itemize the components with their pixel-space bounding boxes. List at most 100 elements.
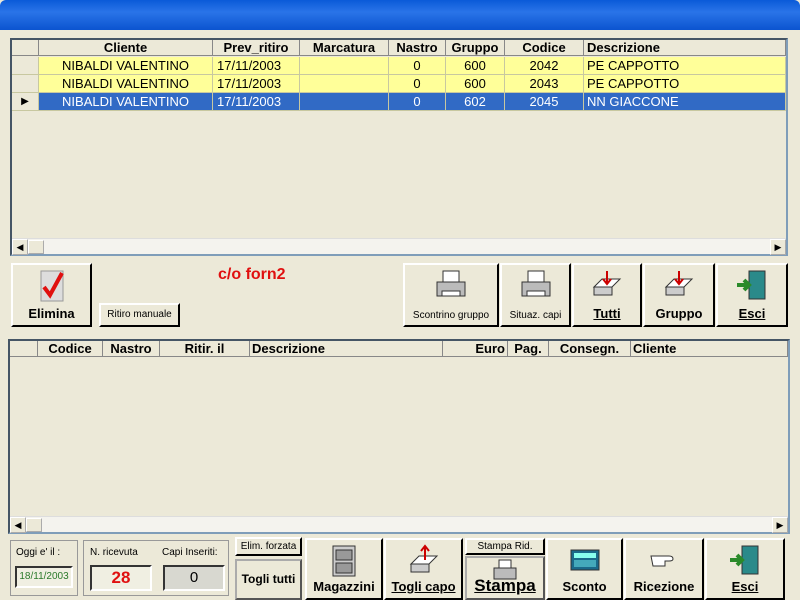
row-selector[interactable] bbox=[12, 75, 39, 93]
stampa-rid-button[interactable]: Stampa Rid. bbox=[465, 538, 545, 555]
items-count-field: 0 bbox=[163, 565, 225, 591]
col-header-descrizione[interactable]: Descrizione bbox=[584, 40, 786, 56]
elimina-button[interactable]: Elimina bbox=[11, 263, 92, 327]
printer-icon bbox=[521, 270, 550, 297]
col-header-nastro[interactable]: Nastro bbox=[389, 40, 446, 56]
cell-gruppo[interactable]: 600 bbox=[446, 75, 505, 93]
exit-door-icon bbox=[737, 270, 766, 300]
gruppo-button[interactable]: Gruppo bbox=[643, 263, 715, 327]
tray-up-arrow-icon bbox=[409, 544, 438, 573]
footer-esci-label: Esci bbox=[731, 579, 759, 594]
calculator-icon bbox=[570, 549, 599, 571]
esci-label: Esci bbox=[738, 306, 766, 321]
col-header-nastro[interactable]: Nastro bbox=[103, 341, 160, 357]
tutti-button[interactable]: Tutti bbox=[572, 263, 642, 327]
row-selector[interactable] bbox=[12, 57, 39, 75]
cell-marcatura[interactable] bbox=[300, 57, 389, 75]
cell-prev-ritiro[interactable]: 17/11/2003 bbox=[213, 57, 300, 75]
top-grid[interactable]: Cliente Prev_ritiro Marcatura Nastro Gru… bbox=[10, 38, 788, 256]
col-header-consegn[interactable]: Consegn. bbox=[549, 341, 631, 357]
scrollbar-thumb[interactable] bbox=[26, 518, 42, 532]
cell-cliente[interactable]: NIBALDI VALENTINO bbox=[39, 57, 213, 75]
scontrino-gruppo-button[interactable]: Scontrino gruppo bbox=[403, 263, 499, 327]
scroll-left-arrow-icon[interactable]: ◀ bbox=[10, 517, 26, 533]
horizontal-scrollbar[interactable]: ◀ ▶ bbox=[10, 516, 788, 533]
receipt-number-field: 28 bbox=[90, 565, 152, 591]
cabinet-icon bbox=[332, 545, 356, 577]
stampa-button[interactable]: Stampa bbox=[465, 556, 545, 600]
cell-descrizione[interactable]: PE CAPPOTTO bbox=[584, 75, 786, 93]
horizontal-scrollbar[interactable]: ◀ ▶ bbox=[12, 238, 786, 255]
situaz-capi-button[interactable]: Situaz. capi bbox=[500, 263, 571, 327]
cell-gruppo[interactable]: 600 bbox=[446, 57, 505, 75]
cell-nastro[interactable]: 0 bbox=[389, 75, 446, 93]
col-header-ritir-il[interactable]: Ritir. il bbox=[160, 341, 250, 357]
col-header-cliente[interactable]: Cliente bbox=[631, 341, 788, 357]
footer-esci-button[interactable]: Esci bbox=[705, 538, 785, 600]
cell-marcatura[interactable] bbox=[300, 93, 389, 111]
col-header-marcatura[interactable]: Marcatura bbox=[300, 40, 389, 56]
ricezione-label: Ricezione bbox=[633, 579, 695, 594]
scroll-right-arrow-icon[interactable]: ▶ bbox=[770, 239, 786, 255]
scontrino-gruppo-label: Scontrino gruppo bbox=[412, 310, 490, 321]
togli-tutti-button[interactable]: Togli tutti bbox=[235, 559, 302, 600]
bottom-grid[interactable]: Codice Nastro Ritir. il Descrizione Euro… bbox=[8, 339, 790, 534]
magazzini-label: Magazzini bbox=[313, 579, 375, 594]
oggi-label: Oggi e' il : bbox=[16, 547, 61, 558]
col-header-euro[interactable]: Euro bbox=[443, 341, 508, 357]
row-selector-header bbox=[12, 40, 39, 56]
capi-label: Capi Inseriti: bbox=[162, 547, 218, 558]
ricevuta-label: N. ricevuta bbox=[90, 547, 138, 558]
cell-descrizione[interactable]: NN GIACCONE bbox=[584, 93, 786, 111]
col-header-gruppo[interactable]: Gruppo bbox=[446, 40, 505, 56]
printer-icon bbox=[436, 270, 466, 297]
col-header-codice[interactable]: Codice bbox=[38, 341, 103, 357]
sconto-label: Sconto bbox=[562, 579, 607, 594]
col-header-codice[interactable]: Codice bbox=[505, 40, 584, 56]
esci-button[interactable]: Esci bbox=[716, 263, 788, 327]
cell-codice[interactable]: 2042 bbox=[505, 57, 584, 75]
ritiro-manuale-button[interactable]: Ritiro manuale bbox=[99, 303, 180, 327]
col-header-cliente[interactable]: Cliente bbox=[39, 40, 213, 56]
cell-codice[interactable]: 2043 bbox=[505, 75, 584, 93]
date-panel: Oggi e' il : 18/11/2003 bbox=[10, 540, 78, 596]
cell-prev-ritiro[interactable]: 17/11/2003 bbox=[213, 93, 300, 111]
elim-forzata-button[interactable]: Elim. forzata bbox=[235, 537, 302, 556]
cell-cliente[interactable]: NIBALDI VALENTINO bbox=[39, 75, 213, 93]
row-pointer-icon[interactable]: ▶ bbox=[12, 93, 39, 111]
situaz-capi-label: Situaz. capi bbox=[509, 310, 562, 321]
ricezione-button[interactable]: Ricezione bbox=[624, 538, 704, 600]
stampa-rid-label: Stampa Rid. bbox=[477, 541, 533, 552]
red-check-icon bbox=[40, 270, 64, 302]
col-header-prev-ritiro[interactable]: Prev_ritiro bbox=[213, 40, 300, 56]
exit-door-icon bbox=[730, 545, 759, 575]
scroll-left-arrow-icon[interactable]: ◀ bbox=[12, 239, 28, 255]
today-date-field: 18/11/2003 bbox=[15, 566, 73, 588]
togli-capo-label: Togli capo bbox=[391, 579, 456, 594]
cell-codice[interactable]: 2045 bbox=[505, 93, 584, 111]
col-header-pag[interactable]: Pag. bbox=[508, 341, 549, 357]
cell-nastro[interactable]: 0 bbox=[389, 57, 446, 75]
pointing-hand-icon bbox=[650, 555, 674, 567]
togli-capo-button[interactable]: Togli capo bbox=[384, 538, 463, 600]
tray-down-arrow-icon bbox=[664, 271, 694, 296]
gruppo-label: Gruppo bbox=[655, 306, 703, 321]
scroll-right-arrow-icon[interactable]: ▶ bbox=[772, 517, 788, 533]
cell-marcatura[interactable] bbox=[300, 75, 389, 93]
tray-down-arrow-icon bbox=[592, 271, 622, 296]
cell-nastro[interactable]: 0 bbox=[389, 93, 446, 111]
cell-cliente[interactable]: NIBALDI VALENTINO bbox=[39, 93, 213, 111]
cell-descrizione[interactable]: PE CAPPOTTO bbox=[584, 57, 786, 75]
window-titlebar bbox=[0, 0, 800, 30]
receipt-panel: N. ricevuta 28 Capi Inseriti: 0 bbox=[83, 540, 229, 596]
status-text: c/o forn2 bbox=[218, 266, 286, 283]
togli-tutti-label: Togli tutti bbox=[241, 572, 296, 586]
cell-prev-ritiro[interactable]: 17/11/2003 bbox=[213, 75, 300, 93]
elimina-label: Elimina bbox=[28, 306, 75, 321]
scrollbar-thumb[interactable] bbox=[28, 240, 44, 254]
magazzini-button[interactable]: Magazzini bbox=[305, 538, 383, 600]
col-header-descrizione[interactable]: Descrizione bbox=[250, 341, 443, 357]
elim-forzata-label: Elim. forzata bbox=[240, 541, 297, 552]
sconto-button[interactable]: Sconto bbox=[546, 538, 623, 600]
cell-gruppo[interactable]: 602 bbox=[446, 93, 505, 111]
